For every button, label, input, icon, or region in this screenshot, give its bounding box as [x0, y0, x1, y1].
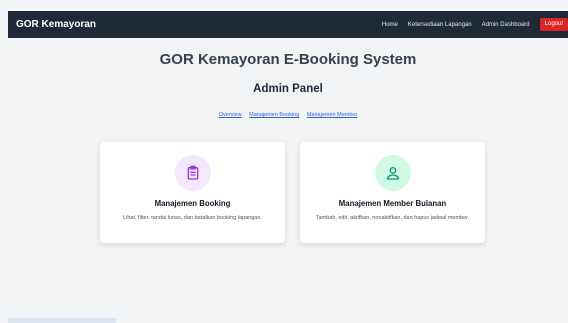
- clipboard-icon: [187, 165, 198, 180]
- card-title: Manajemen Member Bulanan: [338, 199, 447, 208]
- nav-link-admin-dashboard[interactable]: Admin Dashboard: [482, 22, 530, 28]
- subnav-link-manajemen-member[interactable]: Manajemen Member: [307, 112, 357, 118]
- subnav-link-overview[interactable]: Overview: [219, 112, 242, 118]
- user-icon-badge: [374, 155, 411, 191]
- page-subtitle: Admin Panel: [253, 83, 323, 95]
- nav-links: Home Ketersediaan Lapangan Admin Dashboa…: [382, 11, 568, 38]
- subnav-link-manajemen-booking[interactable]: Manajemen Booking: [249, 112, 299, 118]
- card-manajemen-member[interactable]: Manajemen Member Bulanan Tambah, edit, a…: [300, 142, 485, 243]
- card-title: Manajemen Booking: [154, 199, 231, 208]
- card-manajemen-booking[interactable]: Manajemen Booking Lihat, filter, tandai …: [100, 142, 285, 243]
- card-description: Lihat, filter, tandai lunas, dan batalka…: [123, 215, 262, 221]
- admin-subnav: Overview Manajemen Booking Manajemen Mem…: [8, 112, 568, 118]
- top-navbar: GOR Kemayoran Home Ketersediaan Lapangan…: [8, 11, 568, 38]
- status-bar-strip: [8, 318, 116, 323]
- nav-link-ketersediaan-lapangan[interactable]: Ketersediaan Lapangan: [408, 22, 472, 28]
- brand-logo[interactable]: GOR Kemayoran: [16, 19, 96, 30]
- nav-link-home[interactable]: Home: [382, 22, 398, 28]
- card-description: Tambah, edit, aktifkan, nonaktifkan, dan…: [315, 215, 470, 221]
- user-icon: [386, 167, 399, 180]
- clipboard-icon-badge: [174, 155, 211, 191]
- logout-button[interactable]: Logout: [539, 18, 568, 31]
- page-title: GOR Kemayoran E-Booking System: [159, 51, 417, 68]
